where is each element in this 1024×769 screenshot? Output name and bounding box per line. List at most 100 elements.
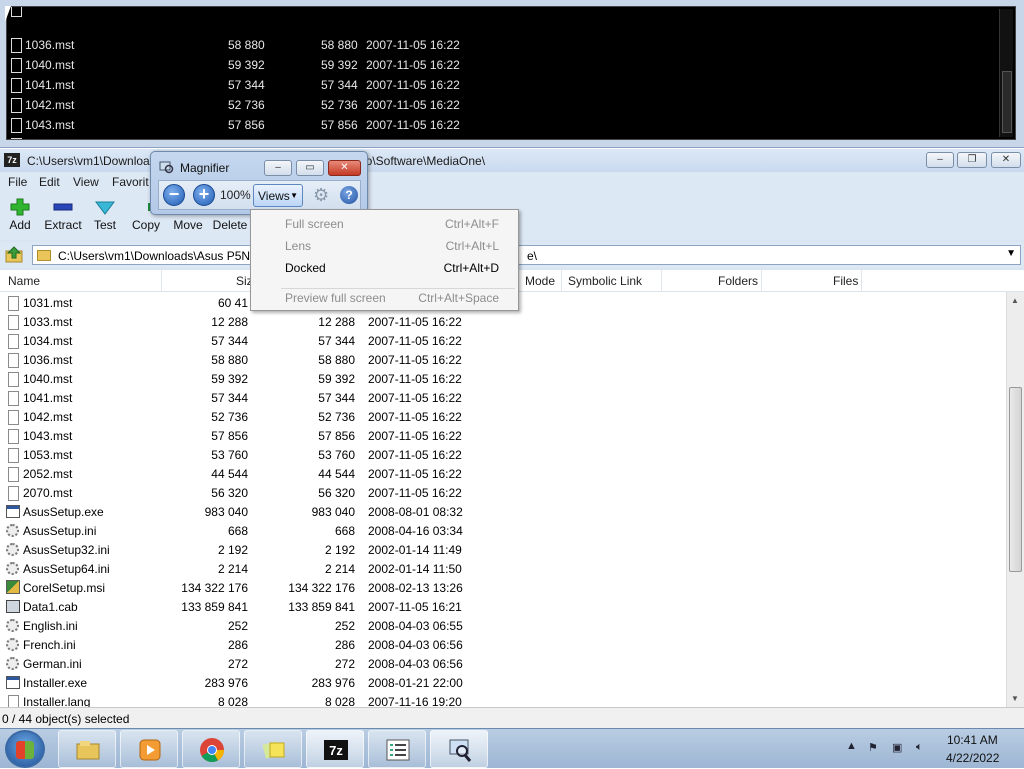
taskbar-chrome[interactable] <box>182 730 240 768</box>
window-title-left: C:\Users\vm1\Downloa <box>27 154 150 168</box>
copy-label: Copy <box>131 218 160 232</box>
column-symbolic-link[interactable]: Symbolic Link <box>568 274 642 288</box>
file-modified: 2007-11-05 16:21 <box>368 600 462 614</box>
file-row[interactable]: 2070.mst 56 320 56 320 2007-11-05 16:22 <box>0 483 1006 502</box>
file-row[interactable]: 1033.mst 12 288 12 288 2007-11-05 16:22 <box>0 312 1006 331</box>
zoom-out-button[interactable]: − <box>163 184 185 206</box>
menu-item-lens[interactable]: Lens Ctrl+Alt+L <box>251 235 518 257</box>
move-label: Move <box>173 218 203 232</box>
sticky-notes-icon <box>262 741 285 759</box>
file-size: 252 <box>227 619 248 633</box>
menu-item-docked[interactable]: Docked Ctrl+Alt+D <box>251 257 518 279</box>
file-row[interactable]: Installer.exe 283 976 283 976 2008-01-21 22… <box>0 673 1006 692</box>
volume-icon[interactable]: 🔈︎ <box>916 741 930 755</box>
clock-time[interactable]: 10:41 AM <box>947 733 998 747</box>
file-name: AsusSetup32.ini <box>23 543 110 557</box>
test-button[interactable]: Test <box>82 194 128 232</box>
file-row[interactable]: 1036.mst 58 880 58 880 2007-11-05 16:22 <box>0 350 1006 369</box>
dock-row: 1040.mst 59 392 59 392 2007-11-05 16:22 <box>7 55 1015 75</box>
file-packed-size: 668 <box>334 524 355 538</box>
magnifier-close-button[interactable]: ✕ <box>328 160 361 176</box>
taskbar-task-list[interactable] <box>368 730 426 768</box>
taskbar-sticky-notes[interactable] <box>244 730 302 768</box>
taskbar-magnifier[interactable] <box>430 730 488 768</box>
file-row[interactable]: Installer.lang 8 028 8 028 2007-11-16 19:20 <box>0 692 1006 707</box>
dock-file-size: 52 736 <box>228 98 265 112</box>
column-mode[interactable]: Mode <box>525 274 555 288</box>
start-button[interactable] <box>5 730 45 768</box>
file-size: 57 856 <box>211 429 248 443</box>
scroll-thumb[interactable] <box>1009 387 1022 572</box>
file-size: 12 288 <box>211 315 248 329</box>
file-packed-size: 12 288 <box>318 315 355 329</box>
file-row[interactable]: 1041.mst 57 344 57 344 2007-11-05 16:22 <box>0 388 1006 407</box>
file-icon <box>11 38 22 53</box>
magnifier-minimize-button[interactable]: – <box>264 160 292 176</box>
dock-file-modified: 2007-11-05 16:22 <box>366 138 460 139</box>
system-tray: ▲ ⚑ ▣ 🔈︎ 10:41 AM 4/22/2022 <box>842 729 1024 769</box>
file-row[interactable]: English.ini 252 252 2008-04-03 06:55 <box>0 616 1006 635</box>
file-row[interactable]: German.ini 272 272 2008-04-03 06:56 <box>0 654 1006 673</box>
taskbar-explorer[interactable] <box>58 730 116 768</box>
gear-icon[interactable]: ⚙ <box>313 186 331 204</box>
file-size: 272 <box>227 657 248 671</box>
file-row[interactable]: Data1.cab 133 859 841 133 859 841 2007-11-0… <box>0 597 1006 616</box>
network-icon[interactable]: ▣ <box>892 741 906 755</box>
file-packed-size: 57 344 <box>318 334 355 348</box>
extract-button[interactable]: Extract <box>40 194 86 232</box>
file-row[interactable]: 1053.mst 53 760 53 760 2007-11-05 16:22 <box>0 445 1006 464</box>
menu-file[interactable]: File <box>8 175 27 189</box>
chevron-down-icon[interactable]: ▼ <box>1006 248 1016 259</box>
dock-file-name: 1036.mst <box>25 38 75 52</box>
file-modified: 2008-04-16 03:34 <box>368 524 463 538</box>
file-name: 2070.mst <box>23 486 73 500</box>
close-button[interactable]: ✕ <box>991 152 1021 168</box>
help-icon[interactable]: ? <box>340 186 358 204</box>
add-button[interactable]: Add <box>0 194 43 232</box>
folder-up-icon[interactable] <box>4 245 26 265</box>
file-row[interactable]: CorelSetup.msi 134 322 176 134 322 176 2008… <box>0 578 1006 597</box>
file-row[interactable]: 1034.mst 57 344 57 344 2007-11-05 16:22 <box>0 331 1006 350</box>
dock-file-modified: 2007-11-05 16:22 <box>366 78 460 92</box>
restore-button[interactable]: ❐ <box>957 152 987 168</box>
path-input[interactable]: C:\Users\vm1\Downloads\Asus P5N7 e\ ▼ <box>32 245 1021 265</box>
menu-item-full-screen[interactable]: Full screen Ctrl+Alt+F <box>251 213 518 235</box>
column-name[interactable]: Name <box>8 274 40 288</box>
file-row[interactable]: AsusSetup.exe 983 040 983 040 2008-08-01 08… <box>0 502 1006 521</box>
menu-edit[interactable]: Edit <box>39 175 60 189</box>
clock-date[interactable]: 4/22/2022 <box>946 751 999 765</box>
file-packed-size: 8 028 <box>324 695 355 707</box>
file-row[interactable]: AsusSetup.ini 668 668 2008-04-16 03:34 <box>0 521 1006 540</box>
window-title: C:\Users\vm1\Downloa iso\Software\MediaO… <box>27 154 485 168</box>
menu-item-preview-full-screen[interactable]: Preview full screen Ctrl+Alt+Space <box>251 287 518 309</box>
list-icon <box>386 739 410 761</box>
file-list: Name Siz Mode Symbolic Link Folders File… <box>0 270 1024 707</box>
dock-file-size: 57 856 <box>228 118 265 132</box>
file-row[interactable]: AsusSetup32.ini 2 192 2 192 2002-01-14 11:4… <box>0 540 1006 559</box>
scroll-up-arrow[interactable]: ▲ <box>1011 296 1019 305</box>
file-packed-size: 134 322 176 <box>288 581 355 595</box>
action-center-icon[interactable]: ⚑ <box>868 741 882 755</box>
vertical-scrollbar[interactable]: ▲ ▼ <box>1006 292 1024 707</box>
zoom-in-button[interactable]: + <box>193 184 215 206</box>
file-row[interactable]: French.ini 286 286 2008-04-03 06:56 <box>0 635 1006 654</box>
file-row[interactable]: 2052.mst 44 544 44 544 2007-11-05 16:22 <box>0 464 1006 483</box>
file-row[interactable]: 1040.mst 59 392 59 392 2007-11-05 16:22 <box>0 369 1006 388</box>
file-name: Installer.lang <box>23 695 91 707</box>
taskbar-media-player[interactable] <box>120 730 178 768</box>
magnifier-maximize-button[interactable]: ▭ <box>296 160 324 176</box>
minimize-button[interactable]: – <box>926 152 954 168</box>
menu-view[interactable]: View <box>73 175 99 189</box>
taskbar-7zip[interactable]: 7z <box>306 730 364 768</box>
file-row[interactable]: 1043.mst 57 856 57 856 2007-11-05 16:22 <box>0 426 1006 445</box>
menu-favorites[interactable]: Favorit <box>112 175 149 189</box>
scroll-down-arrow[interactable]: ▼ <box>1011 694 1019 703</box>
file-row[interactable]: 1042.mst 52 736 52 736 2007-11-05 16:22 <box>0 407 1006 426</box>
file-modified: 2007-11-05 16:22 <box>368 315 462 329</box>
show-hidden-icons-icon[interactable]: ▲ <box>846 740 860 754</box>
column-files[interactable]: Files <box>833 274 858 288</box>
views-dropdown[interactable]: Views ▼ <box>253 184 303 207</box>
file-row[interactable]: AsusSetup64.ini 2 214 2 214 2002-01-14 11:5… <box>0 559 1006 578</box>
column-folders[interactable]: Folders <box>718 274 758 288</box>
file-size: 59 392 <box>211 372 248 386</box>
